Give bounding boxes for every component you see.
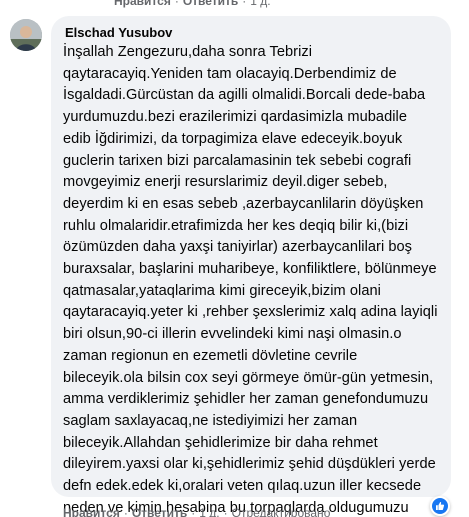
comment-text: İnşallah Zengezuru,daha sonra Tebrizi qa… <box>63 44 438 516</box>
like-link[interactable]: Нравится <box>63 506 120 517</box>
avatar[interactable] <box>10 19 42 51</box>
edited-label[interactable]: Отредактировано <box>232 506 331 517</box>
profile-photo-icon <box>10 19 42 51</box>
reply-link[interactable]: Ответить <box>132 506 187 517</box>
comment-actions: Нравится · Ответить · 1 д. · Отредактировано <box>63 506 330 517</box>
previous-comment-actions: Нравится · Ответить · 1 д. <box>114 0 271 8</box>
comment-bubble: Elschad Yusubov İnşallah Zengezuru,daha … <box>51 16 451 516</box>
comment-author[interactable]: Elschad Yusubov <box>63 24 439 41</box>
comment-time[interactable]: 1 д. <box>199 506 219 517</box>
comment-time[interactable]: 1 д. <box>250 0 270 8</box>
reply-link[interactable]: Ответить <box>183 0 238 8</box>
reaction-badge[interactable] <box>430 496 450 516</box>
like-thumb-icon <box>432 498 448 514</box>
like-link[interactable]: Нравится <box>114 0 171 8</box>
